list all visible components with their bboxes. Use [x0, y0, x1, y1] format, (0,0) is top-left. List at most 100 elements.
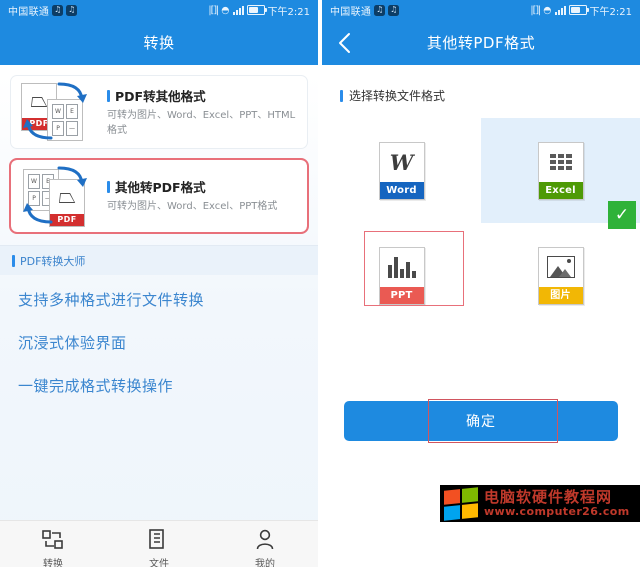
- card-text-block: 其他转PDF格式 可转为图片、Word、Excel、PPT格式: [107, 177, 297, 215]
- files-icon: [149, 529, 169, 551]
- other-cell-icon: —: [66, 121, 78, 136]
- accent-bar-icon: [340, 89, 343, 102]
- format-grid: W Word Excel ✓ PPT 图片: [322, 118, 640, 328]
- tab-convert[interactable]: 转换: [0, 529, 106, 567]
- carrier-label: 中国联通: [330, 6, 372, 18]
- feature-item: 支持多种格式进行文件转换: [18, 291, 205, 309]
- confirm-area: 确定: [344, 399, 618, 443]
- arrow-right-down-icon: [57, 166, 87, 187]
- word-cell-icon: W: [52, 104, 64, 119]
- image-doc-icon: 图片: [537, 246, 584, 305]
- convert-icon: [42, 529, 64, 551]
- format-option-image[interactable]: 图片: [481, 223, 640, 328]
- right-content: 选择转换文件格式 W Word Excel ✓ PPT 图片 确定 电脑软硬件教…: [322, 65, 640, 567]
- status-bar-left-group: 中国联通 ♫ ♫: [8, 3, 78, 18]
- format-option-ppt[interactable]: PPT: [322, 223, 481, 328]
- status-bar-left-group: 中国联通 ♫ ♫: [330, 3, 400, 18]
- wifi-icon: ◓: [543, 4, 552, 16]
- format-option-excel[interactable]: Excel ✓: [481, 118, 640, 229]
- music-note-icon: ♫: [388, 4, 400, 16]
- tab-files[interactable]: 文件: [106, 529, 212, 567]
- battery-icon: [568, 5, 589, 15]
- dual-screenshot: 中国联通 ♫ ♫ |[]| ◓ 下午2:21 转换 ⏢ PDF W E P — …: [0, 0, 640, 567]
- back-button[interactable]: [334, 32, 356, 54]
- status-time: 下午2:21: [267, 6, 310, 18]
- other-to-pdf-artwork: W E P — ⏢ PDF: [21, 165, 99, 227]
- left-phone-screen: 中国联通 ♫ ♫ |[]| ◓ 下午2:21 转换 ⏢ PDF W E P — …: [0, 0, 318, 567]
- vibrate-icon: |[]|: [208, 4, 219, 16]
- music-note-icon: ♫: [66, 4, 78, 16]
- page-title: 转换: [143, 34, 175, 52]
- battery-icon: [246, 5, 267, 15]
- format-label: Word: [379, 181, 424, 199]
- watermark-url: www.computer26.com: [484, 504, 630, 518]
- page-title: 其他转PDF格式: [426, 34, 536, 52]
- vibrate-icon: |[]|: [530, 4, 541, 16]
- excel-cell-icon: E: [66, 104, 78, 119]
- excel-doc-icon: Excel: [537, 141, 584, 200]
- card-title-row: PDF转其他格式: [107, 86, 297, 105]
- image-glyph-icon: [539, 248, 583, 287]
- watermark: 电脑软硬件教程网 www.computer26.com: [440, 485, 640, 522]
- format-section-title: 选择转换文件格式: [349, 89, 446, 103]
- status-bar-right-group: |[]| ◓ 下午2:21: [208, 3, 310, 18]
- signal-bars-icon: [554, 5, 566, 15]
- arrow-left-up-icon: [23, 203, 53, 224]
- watermark-title: 电脑软硬件教程网: [484, 487, 613, 506]
- status-bar-right-group: |[]| ◓ 下午2:21: [530, 3, 632, 18]
- info-section-title: PDF转换大师: [20, 254, 86, 268]
- arrow-left-up-icon: [23, 119, 53, 140]
- tab-label: 转换: [43, 558, 63, 567]
- format-label: 图片: [538, 286, 583, 304]
- chevron-left-icon: [339, 32, 350, 53]
- card-other-to-pdf[interactable]: W E P — ⏢ PDF 其他转PDF格式 可转为图片、Word、Excel、…: [9, 158, 309, 234]
- accent-bar-icon: [107, 180, 110, 193]
- pdf-to-other-artwork: ⏢ PDF W E P —: [21, 81, 99, 143]
- card-subtitle: 可转为图片、Word、Excel、PPT、HTML格式: [107, 110, 296, 136]
- carrier-label: 中国联通: [8, 6, 50, 18]
- format-section-header: 选择转换文件格式: [322, 65, 640, 104]
- info-section-header: PDF转换大师: [0, 245, 318, 275]
- wifi-icon: ◓: [221, 4, 230, 16]
- pdf-label: PDF: [50, 214, 84, 226]
- signal-bars-icon: [232, 5, 244, 15]
- bottom-tab-bar: 转换 文件 我的: [0, 520, 318, 567]
- confirm-button[interactable]: 确定: [344, 401, 618, 441]
- card-title: 其他转PDF格式: [115, 180, 206, 196]
- person-icon: [255, 529, 275, 551]
- feature-list: 支持多种格式进行文件转换 沉浸式体验界面 一键完成格式转换操作: [0, 275, 318, 396]
- format-label: Excel: [538, 181, 583, 199]
- accent-bar-icon: [12, 254, 15, 267]
- ppt-glyph-icon: [380, 248, 424, 287]
- tab-label: 文件: [149, 558, 169, 567]
- format-option-word[interactable]: W Word: [322, 118, 481, 223]
- card-title: PDF转其他格式: [115, 89, 206, 104]
- right-phone-screen: 中国联通 ♫ ♫ |[]| ◓ 下午2:21 其他转PDF格式 选择转换文件格式: [322, 0, 640, 567]
- status-bar-right: 中国联通 ♫ ♫ |[]| ◓ 下午2:21: [322, 0, 640, 20]
- ppt-doc-icon: PPT: [378, 246, 425, 305]
- word-cell-icon: W: [28, 174, 40, 189]
- arrow-right-down-icon: [57, 82, 87, 103]
- feature-item: 一键完成格式转换操作: [18, 377, 174, 395]
- card-title-row: 其他转PDF格式: [107, 177, 297, 196]
- ppt-cell-icon: P: [52, 121, 64, 136]
- windows-logo-icon: [444, 486, 478, 521]
- excel-glyph-icon: [539, 143, 583, 182]
- accent-bar-icon: [107, 89, 110, 102]
- word-glyph-icon: W: [389, 149, 414, 175]
- watermark-text: 电脑软硬件教程网 www.computer26.com: [484, 487, 630, 518]
- status-bar-left: 中国联通 ♫ ♫ |[]| ◓ 下午2:21: [0, 0, 318, 20]
- status-time: 下午2:21: [589, 6, 632, 18]
- word-doc-icon: W Word: [378, 141, 425, 200]
- music-note-icon: ♫: [52, 4, 64, 16]
- card-pdf-to-other[interactable]: ⏢ PDF W E P — PDF转其他格式 可转为图片、Word、Excel、…: [10, 75, 308, 149]
- format-label: PPT: [379, 286, 424, 304]
- music-note-icon: ♫: [374, 4, 386, 16]
- app-bar-right: 其他转PDF格式: [322, 20, 640, 65]
- card-subtitle: 可转为图片、Word、Excel、PPT格式: [107, 201, 278, 213]
- app-bar-left: 转换: [0, 20, 318, 65]
- feature-item: 沉浸式体验界面: [18, 334, 127, 352]
- tab-label: 我的: [255, 558, 275, 567]
- tab-profile[interactable]: 我的: [212, 529, 318, 567]
- left-content: ⏢ PDF W E P — PDF转其他格式 可转为图片、Word、Excel、…: [0, 75, 318, 567]
